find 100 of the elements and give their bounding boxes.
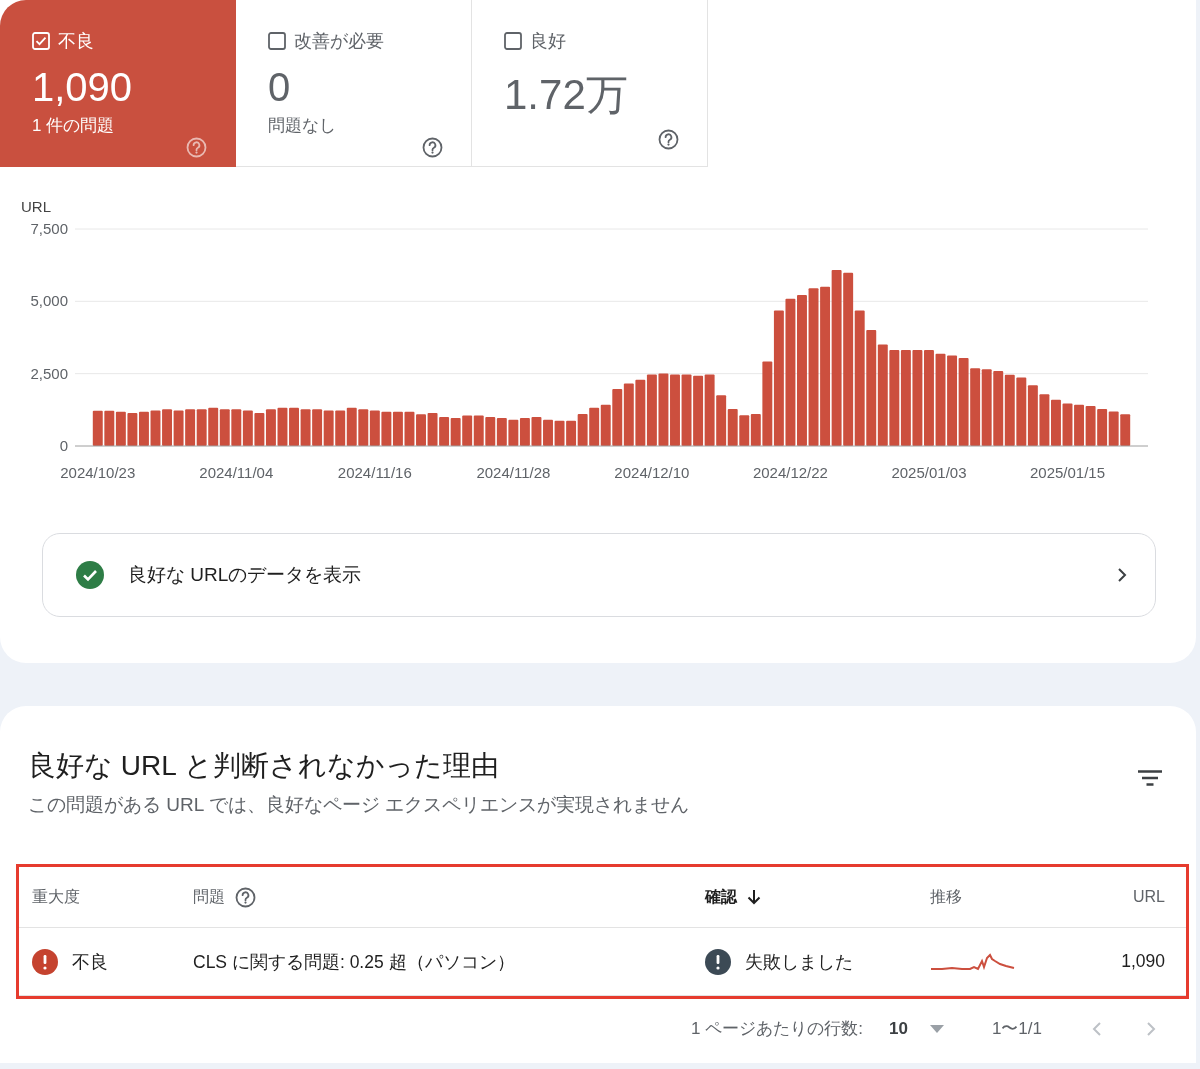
bar — [127, 413, 138, 446]
filter-icon[interactable] — [1138, 770, 1162, 786]
tile-value: 1,090 — [32, 64, 134, 110]
summary-tile[interactable]: 良好 1.72万 — [472, 0, 708, 167]
issue-cell-text: CLS に関する問題: 0.25 超（パソコン） — [193, 950, 515, 974]
bar — [300, 409, 311, 446]
bar — [104, 410, 115, 446]
bar — [693, 375, 704, 446]
section-subtitle: この問題がある URL では、良好なページ エクスペリエンスが実現されません — [28, 793, 691, 817]
bar — [670, 374, 680, 446]
bar — [1108, 411, 1119, 446]
bar — [150, 410, 161, 446]
bar — [265, 409, 276, 446]
x-tick-label: 2024/12/22 — [752, 464, 828, 481]
axis-title: URL — [21, 198, 51, 215]
bar — [92, 410, 103, 446]
bar — [519, 417, 530, 446]
bar — [1120, 414, 1131, 446]
bar — [450, 417, 461, 446]
severity-cell-text: 不良 — [72, 950, 108, 974]
bar — [208, 407, 219, 446]
bar — [485, 417, 496, 446]
column-header[interactable]: 推移 — [930, 886, 962, 908]
y-tick-label: 0 — [59, 437, 68, 454]
bar — [496, 417, 507, 446]
page-range: 1〜1/1 — [991, 1018, 1042, 1040]
tile-value: 1.72万 — [504, 72, 629, 118]
check-circle-icon — [76, 561, 104, 589]
chevron-right-icon — [1117, 567, 1127, 583]
bar — [1051, 399, 1061, 446]
bar — [289, 407, 299, 446]
bar — [1016, 377, 1027, 446]
bar — [635, 379, 646, 446]
bar — [139, 411, 149, 446]
column-header[interactable]: 問題 — [193, 886, 225, 908]
bar — [462, 415, 473, 446]
bar — [554, 420, 565, 446]
link-label: 良好な URLのデータを表示 — [128, 563, 363, 587]
bar — [1004, 374, 1015, 446]
help-icon[interactable] — [422, 137, 443, 158]
help-icon[interactable] — [658, 129, 679, 150]
bar — [312, 409, 323, 446]
checkbox[interactable] — [504, 32, 522, 50]
x-tick-label: 2025/01/15 — [1029, 464, 1106, 481]
tile-detail: 問題なし — [268, 115, 337, 137]
bar — [577, 413, 588, 446]
y-tick-label: 2,500 — [30, 364, 68, 382]
bar — [1085, 406, 1096, 446]
x-tick-label: 2024/12/10 — [614, 464, 690, 481]
bar — [416, 414, 426, 446]
bar — [681, 374, 692, 446]
bar — [358, 409, 369, 446]
rows-per-page-dropdown[interactable]: 10 — [889, 1018, 944, 1039]
bar — [600, 404, 611, 446]
bar — [1097, 408, 1108, 446]
sort-down-arrow-icon[interactable] — [747, 889, 761, 905]
bar — [277, 407, 288, 446]
error-icon — [705, 948, 731, 975]
tile-label: 改善が必要 — [294, 30, 384, 53]
column-header[interactable]: URL — [1133, 888, 1165, 906]
rows-per-page-label: 1 ページあたりの行数: — [691, 1018, 863, 1040]
bar — [254, 413, 265, 446]
column-header[interactable]: 重大度 — [32, 886, 80, 908]
tile-detail: 1 件の問題 — [32, 115, 116, 137]
bar — [392, 411, 403, 446]
bar — [173, 410, 184, 446]
bar — [716, 395, 727, 446]
bar — [369, 410, 380, 446]
table-row[interactable]: 不良 CLS に関する問題: 0.25 超（パソコン） 失敗しました 1,090 — [19, 928, 1186, 996]
bar — [439, 417, 450, 446]
good-urls-link[interactable]: 良好な URLのデータを表示 — [42, 533, 1156, 617]
bar — [543, 419, 553, 446]
bar — [196, 409, 207, 446]
bar — [335, 410, 346, 446]
tile-label: 不良 — [58, 30, 94, 53]
validation-cell-text: 失敗しました — [745, 950, 853, 974]
y-tick-label: 7,500 — [30, 220, 68, 237]
x-tick-label: 2024/11/16 — [337, 464, 412, 481]
bar — [612, 389, 623, 446]
bar — [323, 410, 334, 446]
checkbox[interactable] — [268, 32, 286, 50]
bar — [381, 411, 392, 446]
bar — [704, 374, 715, 446]
tile-value: 0 — [268, 64, 292, 110]
help-icon[interactable] — [235, 886, 256, 908]
bar — [162, 409, 172, 446]
summary-tile[interactable]: 改善が必要 0 問題なし — [236, 0, 472, 167]
bar — [1039, 394, 1050, 446]
tile-label: 良好 — [530, 30, 566, 53]
bar — [115, 411, 126, 446]
error-icon — [32, 948, 58, 975]
bar — [589, 407, 600, 446]
x-tick-label: 2024/10/23 — [60, 464, 136, 481]
bar — [185, 409, 196, 446]
x-tick-label: 2024/11/04 — [199, 464, 274, 481]
bar — [623, 383, 634, 446]
column-header[interactable]: 確認 — [705, 886, 737, 908]
bar — [242, 410, 253, 446]
bar — [566, 420, 577, 446]
y-tick-label: 5,000 — [30, 292, 68, 310]
